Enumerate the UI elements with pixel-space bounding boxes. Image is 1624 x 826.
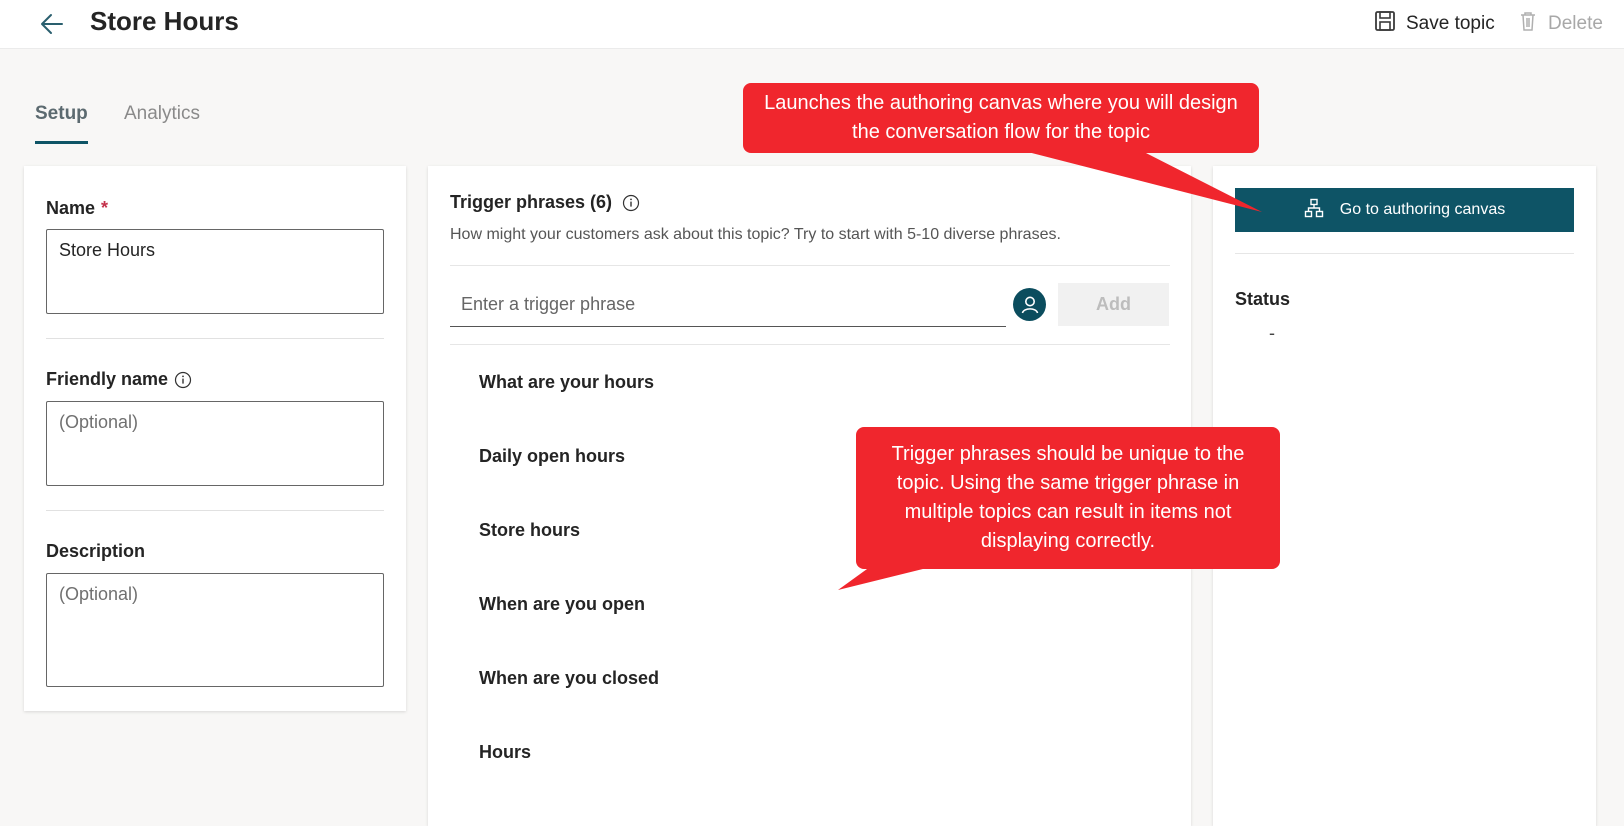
page-title: Store Hours	[90, 6, 239, 36]
trigger-phrase-item[interactable]: When are you open	[479, 594, 645, 615]
info-icon[interactable]	[622, 194, 640, 212]
callout-authoring-canvas: Launches the authoring canvas where you …	[743, 83, 1259, 153]
name-label-text: Name	[46, 198, 96, 218]
trigger-phrase-item[interactable]: Store hours	[479, 520, 580, 541]
callout-authoring-canvas-text: Launches the authoring canvas where you …	[764, 92, 1238, 143]
description-label: Description	[46, 541, 146, 561]
required-mark: *	[101, 198, 109, 218]
topic-details-card: Name * Store Hours Friendly name (Option…	[24, 166, 406, 711]
friendly-name-label-text: Friendly name	[46, 369, 169, 389]
hierarchy-icon	[1304, 198, 1324, 223]
tab-setup[interactable]: Setup	[35, 103, 88, 144]
callout-trigger-phrases: Trigger phrases should be unique to the …	[856, 427, 1280, 569]
description-field[interactable]: (Optional)	[46, 573, 384, 687]
go-to-authoring-canvas-button[interactable]: Go to authoring canvas	[1235, 188, 1574, 232]
divider	[450, 265, 1170, 266]
name-field[interactable]: Store Hours	[46, 229, 384, 314]
person-icon[interactable]	[1013, 288, 1046, 321]
trigger-phrase-item[interactable]: What are your hours	[479, 372, 654, 393]
friendly-name-placeholder: (Optional)	[59, 412, 139, 432]
save-icon	[1374, 10, 1396, 38]
trigger-phrase-item[interactable]: When are you closed	[479, 668, 659, 689]
trigger-phrases-description: How might your customers ask about this …	[450, 226, 1061, 243]
save-topic-label: Save topic	[1406, 13, 1495, 34]
info-icon[interactable]	[174, 371, 192, 389]
callout-trigger-phrases-text: Trigger phrases should be unique to the …	[891, 443, 1245, 552]
divider	[46, 510, 384, 511]
friendly-name-field[interactable]: (Optional)	[46, 401, 384, 486]
go-to-authoring-canvas-label: Go to authoring canvas	[1339, 201, 1506, 218]
divider	[450, 344, 1170, 345]
trigger-phrases-title-text: Trigger phrases (6)	[450, 192, 613, 212]
divider	[46, 338, 384, 339]
friendly-name-label: Friendly name	[46, 369, 192, 390]
delete-label: Delete	[1548, 13, 1603, 34]
divider	[1235, 253, 1574, 254]
trigger-phrases-title: Trigger phrases (6)	[450, 192, 640, 213]
save-topic-button[interactable]: Save topic	[1374, 10, 1495, 38]
add-button[interactable]: Add	[1058, 283, 1169, 326]
back-arrow-icon[interactable]	[36, 8, 68, 40]
tab-analytics[interactable]: Analytics	[124, 103, 200, 125]
trigger-phrase-input[interactable]	[450, 283, 1006, 326]
trigger-phrase-input-wrapper	[450, 283, 1006, 327]
status-value: -	[1269, 323, 1275, 343]
trash-icon	[1518, 10, 1538, 38]
description-placeholder: (Optional)	[59, 584, 139, 604]
delete-button[interactable]: Delete	[1518, 10, 1603, 38]
status-label: Status	[1235, 289, 1291, 309]
name-value: Store Hours	[59, 240, 156, 260]
trigger-phrase-item[interactable]: Hours	[479, 742, 531, 763]
name-label: Name *	[46, 198, 108, 219]
trigger-phrase-item[interactable]: Daily open hours	[479, 446, 625, 467]
top-bar: Store Hours Save topic Delete	[0, 0, 1624, 49]
